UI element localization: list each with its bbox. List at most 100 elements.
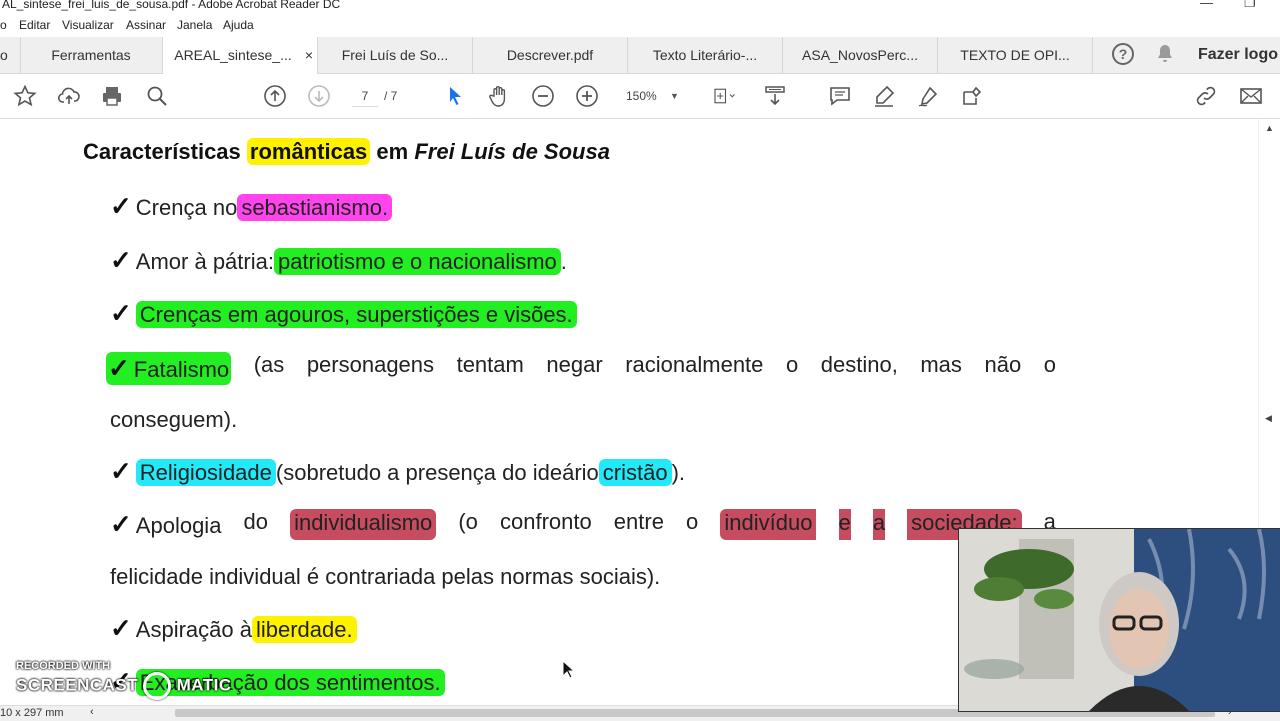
scroll-left-icon[interactable]: ‹ bbox=[90, 706, 94, 718]
cloud-upload-icon[interactable] bbox=[56, 84, 82, 108]
list-item-continuation: felicidade individual é contrariada pela… bbox=[110, 564, 661, 589]
highlight-red: a bbox=[872, 509, 886, 540]
tab-doc[interactable]: Texto Literário-... bbox=[628, 37, 783, 73]
tab-doc[interactable]: Descrever.pdf bbox=[473, 37, 628, 73]
highlight-green: Crenças em agouros, superstições e visõe… bbox=[135, 301, 577, 328]
zoom-in-icon[interactable] bbox=[574, 84, 600, 108]
fit-page-icon[interactable] bbox=[706, 84, 742, 108]
select-cursor-icon[interactable] bbox=[442, 84, 468, 108]
menu-bar: o Editar Visualizar Assinar Janela Ajuda bbox=[0, 15, 1280, 35]
list-item: ✓ Crenças em agouros, superstições e visõ… bbox=[110, 298, 577, 329]
list-item-continuation: conseguem). bbox=[110, 407, 238, 432]
page-up-icon[interactable] bbox=[262, 84, 288, 108]
menu-edit[interactable]: Editar bbox=[19, 18, 50, 32]
mouse-cursor-icon bbox=[562, 659, 576, 680]
tab-doc[interactable]: ASA_NovosPerc... bbox=[783, 37, 938, 73]
tab-doc-active[interactable]: AREAL_sintese_... × bbox=[163, 37, 318, 74]
item-word: destino, bbox=[820, 352, 898, 377]
tab-label: Descrever.pdf bbox=[506, 47, 594, 63]
share-stamp-icon[interactable] bbox=[959, 84, 985, 108]
item-word: (o bbox=[458, 509, 478, 534]
login-button[interactable]: Fazer logo bbox=[1196, 37, 1280, 73]
highlight-cyan: cristão bbox=[598, 459, 672, 486]
comment-icon[interactable] bbox=[827, 84, 853, 108]
item-text: Crença no bbox=[135, 195, 238, 220]
highlight-green: patriotismo e o nacionalismo bbox=[273, 248, 561, 275]
heading-text: Características bbox=[83, 139, 241, 164]
tab-home[interactable]: o bbox=[0, 37, 21, 73]
tab-label: AREAL_sintese_... bbox=[174, 47, 292, 63]
item-word: do bbox=[243, 509, 268, 534]
page-number-input[interactable]: 7 bbox=[352, 86, 378, 107]
menu-sign[interactable]: Assinar bbox=[126, 18, 166, 32]
item-word: mas bbox=[920, 352, 962, 377]
list-item: ✓ Aspiração à liberdade. bbox=[110, 613, 357, 644]
webcam-overlay bbox=[958, 528, 1280, 712]
scroll-up-icon[interactable]: ▲ bbox=[1265, 123, 1274, 133]
watermark-line3: MATIC bbox=[176, 675, 232, 695]
hand-tool-icon[interactable] bbox=[486, 84, 512, 108]
menu-window[interactable]: Janela bbox=[177, 18, 212, 32]
tab-home-label: o bbox=[0, 47, 8, 63]
collapse-panel-icon[interactable]: ◀ bbox=[1265, 413, 1272, 424]
heading-text: em bbox=[370, 139, 415, 164]
email-icon[interactable] bbox=[1238, 84, 1264, 108]
tab-doc[interactable]: Frei Luís de So... bbox=[318, 37, 473, 73]
check-icon: ✓ bbox=[110, 613, 132, 643]
check-icon: ✓ bbox=[110, 298, 132, 328]
item-text: ). bbox=[671, 460, 686, 485]
tab-tools[interactable]: Ferramentas bbox=[20, 37, 163, 73]
highlight-cyan: Religiosidade bbox=[135, 459, 276, 486]
menu-view[interactable]: Visualizar bbox=[62, 18, 114, 32]
list-item: ✓ Amor à pátria: patriotismo e o nacionali… bbox=[110, 245, 567, 276]
highlight-magenta: sebastianismo. bbox=[237, 194, 393, 221]
search-icon[interactable] bbox=[144, 84, 170, 108]
item-word: Fatalismo bbox=[133, 357, 230, 382]
highlight-red: indivíduo bbox=[720, 509, 817, 540]
restore-icon[interactable]: ❐ bbox=[1244, 0, 1256, 9]
zoom-out-icon[interactable] bbox=[530, 84, 556, 108]
list-item: ✓ Crença no sebastianismo. bbox=[110, 191, 393, 222]
help-icon[interactable]: ? bbox=[1110, 42, 1136, 66]
tab-label: ASA_NovosPerc... bbox=[802, 47, 918, 63]
item-text: Aspiração à bbox=[135, 617, 252, 642]
menu-help[interactable]: Ajuda bbox=[223, 18, 254, 32]
sign-pen-icon[interactable] bbox=[915, 84, 941, 108]
close-tab-icon[interactable]: × bbox=[305, 37, 313, 73]
page-total: / 7 bbox=[384, 89, 398, 103]
item-word: o bbox=[1043, 352, 1056, 377]
bell-icon[interactable] bbox=[1152, 42, 1178, 66]
check-icon: ✓ bbox=[110, 456, 132, 486]
item-word: confronto bbox=[499, 509, 592, 534]
star-icon[interactable] bbox=[12, 84, 38, 108]
chevron-down-icon: ▼ bbox=[670, 91, 679, 101]
item-word: personagens bbox=[306, 352, 435, 377]
watermark-line1: RECORDED WITH bbox=[16, 660, 111, 672]
item-word: o bbox=[686, 509, 699, 534]
highlight-yellow: liberdade. bbox=[251, 616, 357, 643]
print-icon[interactable] bbox=[99, 84, 125, 108]
highlight-pen-icon[interactable] bbox=[871, 84, 897, 108]
list-item-justified: ✓ Apologia do individualismo (o confronto… bbox=[110, 509, 1056, 540]
page-heading: Características românticas em Frei Luís … bbox=[83, 138, 610, 165]
zoom-select[interactable]: 150% ▼ bbox=[620, 86, 684, 106]
scroll-mode-icon[interactable] bbox=[762, 84, 788, 108]
item-text: Amor à pátria: bbox=[135, 249, 274, 274]
item-word: racionalmente bbox=[625, 352, 764, 377]
item-word: (as bbox=[253, 352, 285, 377]
list-item: ✓ Religiosidade (sobretudo a presença do i… bbox=[110, 456, 685, 487]
item-word: indivíduo bbox=[724, 510, 813, 535]
menu-file[interactable]: o bbox=[0, 18, 7, 32]
minimize-icon[interactable]: — bbox=[1200, 0, 1213, 9]
link-icon[interactable] bbox=[1193, 84, 1219, 108]
window-title: AL_sintese_frei_luis_de_sousa.pdf - Adob… bbox=[2, 0, 341, 11]
tab-doc[interactable]: TEXTO DE OPI... bbox=[938, 37, 1093, 73]
svg-text:?: ? bbox=[1119, 46, 1128, 62]
check-icon: ✓ bbox=[110, 509, 132, 539]
screencast-watermark: RECORDED WITH SCREENCAST MATIC bbox=[16, 660, 232, 700]
tab-label: Frei Luís de So... bbox=[341, 47, 449, 63]
tab-label: TEXTO DE OPI... bbox=[960, 47, 1070, 63]
page-down-icon[interactable] bbox=[306, 84, 332, 108]
login-label: Fazer logo bbox=[1197, 46, 1278, 63]
screencast-logo-icon bbox=[143, 672, 172, 700]
